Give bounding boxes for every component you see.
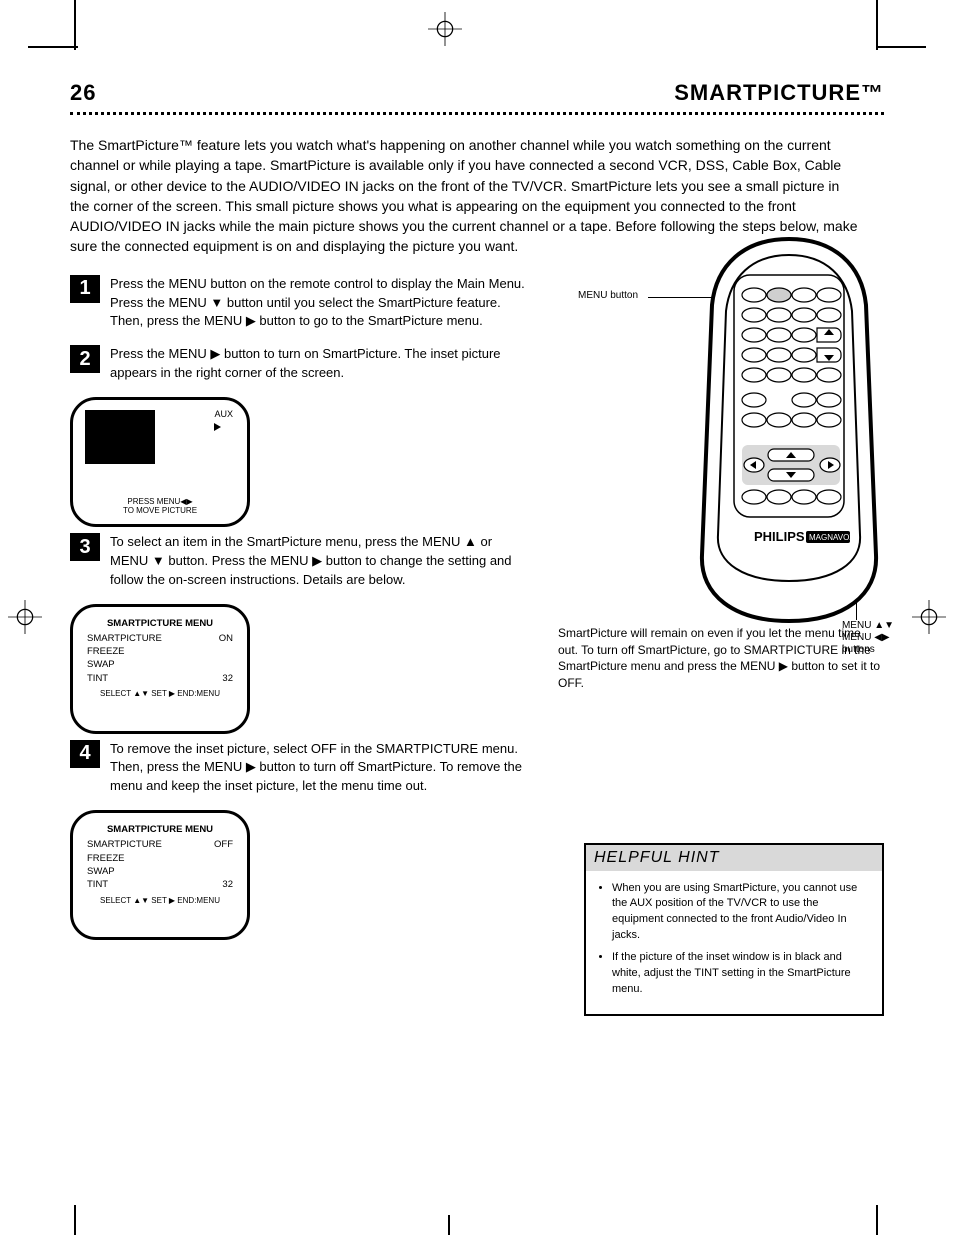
svg-text:PHILIPS: PHILIPS	[754, 529, 805, 544]
step-text: To remove the inset picture, select OFF …	[110, 740, 530, 797]
step-number: 4	[70, 740, 100, 768]
tip-item: When you are using SmartPicture, you can…	[612, 881, 870, 945]
svg-text:MAGNAVOX: MAGNAVOX	[809, 533, 855, 542]
step-number: 2	[70, 345, 100, 373]
step-text: To select an item in the SmartPicture me…	[110, 533, 530, 590]
callout-arrow-buttons: MENU ▲▼ MENU ◀▶ buttons	[842, 620, 894, 656]
step-text: Press the MENU ▶ button to turn on Smart…	[110, 345, 530, 383]
registration-mark	[428, 12, 462, 46]
step-number: 1	[70, 275, 100, 303]
tip-item: If the picture of the inset window is in…	[612, 950, 870, 998]
play-icon	[214, 423, 221, 431]
tip-heading: HELPFUL HINT	[586, 845, 882, 871]
helpful-hint-box: HELPFUL HINT When you are using SmartPic…	[584, 843, 884, 1017]
step-1: 1 Press the MENU button on the remote co…	[70, 275, 530, 332]
divider	[70, 112, 884, 115]
registration-mark	[912, 600, 946, 634]
mid-note: SmartPicture will remain on even if you …	[558, 625, 884, 692]
step-number: 3	[70, 533, 100, 561]
tv-figure-menu-off: SMARTPICTURE MENU SMARTPICTUREOFF FREEZE…	[70, 810, 250, 940]
tv-figure-menu-on: SMARTPICTURE MENU SMARTPICTUREON FREEZE …	[70, 604, 250, 734]
step-2: 2 Press the MENU ▶ button to turn on Sma…	[70, 345, 530, 383]
page-number: 26	[70, 80, 96, 106]
tv-figure-smartpicture-inset: AUX PRESS MENU◀▶ TO MOVE PICTURE	[70, 397, 250, 527]
step-4: 4 To remove the inset picture, select OF…	[70, 740, 530, 797]
remote-control-illustration: PHILIPS MAGNAVOX	[684, 235, 894, 625]
callout-menu-button: MENU button	[578, 290, 638, 302]
registration-mark	[8, 600, 42, 634]
page-title: SMARTPICTURE™	[674, 80, 884, 106]
step-text: Press the MENU button on the remote cont…	[110, 275, 530, 332]
step-3: 3 To select an item in the SmartPicture …	[70, 533, 530, 590]
